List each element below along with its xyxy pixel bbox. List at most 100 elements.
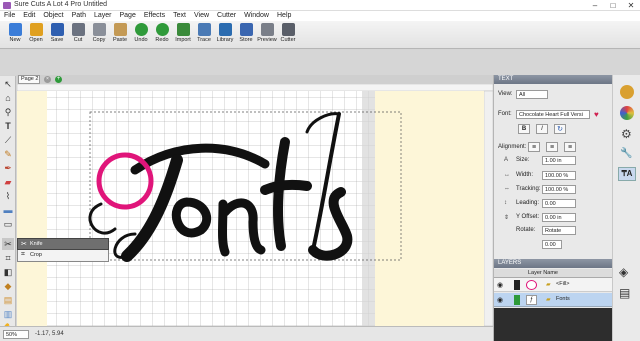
refresh-icon[interactable]: ↻: [554, 124, 566, 134]
settings-wrench-icon[interactable]: ⚙: [621, 127, 632, 141]
zoom-select[interactable]: 50%: [3, 330, 29, 339]
size-field[interactable]: 1.00 in: [542, 156, 576, 165]
visibility-eye-icon[interactable]: ◉: [497, 296, 503, 304]
preview-button[interactable]: Preview: [256, 23, 278, 48]
node-edit-icon[interactable]: ⌂: [2, 92, 14, 104]
leading-field[interactable]: 0.00: [542, 199, 576, 208]
eyedropper-icon[interactable]: ⌇: [2, 190, 14, 202]
tracking-field[interactable]: 100.00 %: [542, 185, 576, 194]
text-tool-icon[interactable]: T: [2, 120, 14, 132]
maximize-button[interactable]: □: [604, 0, 622, 11]
redo-button[interactable]: Redo: [151, 23, 173, 48]
zoom-icon[interactable]: ⚲: [2, 106, 14, 118]
panel-switcher: ⚙ 🔧 ₸A ◈ ▤: [612, 75, 640, 341]
copy-button[interactable]: Copy: [88, 23, 110, 48]
open-button[interactable]: Open: [25, 23, 47, 48]
text-panel-header: TEXT: [494, 75, 613, 84]
trace-button[interactable]: Trace: [193, 23, 215, 48]
stack-icon[interactable]: ▤: [619, 286, 630, 300]
align-panel-icon[interactable]: [620, 85, 634, 99]
cut-button[interactable]: Cut: [67, 23, 89, 48]
menu-path[interactable]: Path: [68, 11, 90, 21]
menu-text[interactable]: Text: [169, 11, 190, 21]
save-button[interactable]: Save: [46, 23, 68, 48]
canvas-area[interactable]: [17, 84, 493, 326]
line-tool-icon[interactable]: ⟋: [2, 134, 14, 146]
color-panel-icon[interactable]: [620, 106, 634, 120]
align-right-icon[interactable]: ≡: [564, 142, 576, 152]
menu-edit[interactable]: Edit: [19, 11, 39, 21]
tool-flyout-menu: ✂ Knife ⌗ Crop: [17, 238, 109, 262]
eraser-icon[interactable]: ▰: [2, 176, 14, 188]
alignment-label: Alignment:: [498, 144, 527, 150]
undo-button[interactable]: Undo: [130, 23, 152, 48]
menu-file[interactable]: File: [0, 11, 19, 21]
import-icon: [176, 23, 190, 36]
width-icon: ↔: [504, 172, 510, 178]
cutter-button[interactable]: Cutter: [277, 23, 299, 48]
window-title: Sure Cuts A Lot 4 Pro Untitled: [14, 1, 107, 8]
menu-item-crop[interactable]: ⌗ Crop: [17, 250, 109, 262]
close-tab-icon[interactable]: ×: [44, 76, 51, 83]
menu-page[interactable]: Page: [116, 11, 140, 21]
font-select[interactable]: Chocolate Heart Full Versi: [516, 110, 590, 119]
tab-page-2[interactable]: Page 2: [18, 75, 40, 84]
menu-window[interactable]: Window: [240, 11, 273, 21]
close-button[interactable]: ✕: [622, 0, 640, 11]
visibility-eye-icon[interactable]: ◉: [497, 281, 503, 289]
menu-object[interactable]: Object: [39, 11, 67, 21]
size-label: Size:: [516, 157, 530, 163]
menu-layer[interactable]: Layer: [90, 11, 116, 21]
library-button[interactable]: Library: [214, 23, 236, 48]
layers-panel-icon[interactable]: ◈: [619, 265, 628, 279]
menu-item-knife[interactable]: ✂ Knife: [17, 238, 109, 250]
pen-icon[interactable]: ✒: [2, 162, 14, 174]
width-field[interactable]: 100.00 %: [542, 171, 576, 180]
import-button[interactable]: Import: [172, 23, 194, 48]
fill-icon[interactable]: ◆: [2, 280, 14, 292]
rectangle-icon[interactable]: ▭: [2, 218, 14, 230]
leading-icon: ↕: [504, 200, 507, 206]
y-offset-label: Y Offset:: [516, 214, 540, 220]
layer-thumbnail: [526, 280, 537, 290]
new-icon: [8, 23, 22, 36]
pencil-icon[interactable]: ✎: [2, 148, 14, 160]
store-button[interactable]: Store: [235, 23, 257, 48]
rotate-angle-field[interactable]: 0.00: [542, 240, 562, 249]
select-arrow-icon[interactable]: ↖: [2, 78, 14, 90]
paste-button[interactable]: Paste: [109, 23, 131, 48]
knife-icon[interactable]: ✂: [2, 238, 14, 250]
page-margin-left: [17, 91, 47, 326]
y-offset-field[interactable]: 0.00 in: [542, 213, 576, 222]
shadow-icon[interactable]: ▥: [2, 308, 14, 320]
menu-cutter[interactable]: Cutter: [213, 11, 240, 21]
size-icon: A: [504, 157, 509, 163]
menu-effects[interactable]: Effects: [140, 11, 169, 21]
redo-icon: [155, 23, 169, 36]
layer-row-fill[interactable]: ◉ ▰ <Fill>: [494, 278, 613, 292]
minimize-button[interactable]: –: [586, 0, 604, 11]
view-select[interactable]: All: [516, 90, 548, 99]
wrench-icon[interactable]: 🔧: [620, 147, 632, 161]
new-button[interactable]: New: [4, 23, 26, 48]
menu-view[interactable]: View: [190, 11, 213, 21]
add-page-icon[interactable]: +: [55, 76, 62, 83]
crop-icon[interactable]: ⌗: [2, 252, 14, 264]
rotate-select[interactable]: Rotate: [542, 226, 576, 235]
layer-color-swatch[interactable]: [514, 295, 520, 305]
align-center-icon[interactable]: ≡: [546, 142, 558, 152]
text-panel-icon[interactable]: ₸A: [618, 167, 636, 181]
brush-icon[interactable]: ▤: [2, 294, 14, 306]
align-left-icon[interactable]: ≡: [528, 142, 540, 152]
favorite-heart-icon[interactable]: ♥: [594, 110, 604, 119]
bold-button[interactable]: B: [518, 124, 530, 134]
leading-label: Leading:: [516, 200, 540, 206]
vertical-scrollbar[interactable]: [483, 90, 493, 326]
menu-help[interactable]: Help: [273, 11, 295, 21]
layer-color-swatch[interactable]: [514, 280, 520, 290]
shape-tool-icon[interactable]: ▬: [2, 204, 14, 216]
paste-icon: [113, 23, 127, 36]
weld-icon[interactable]: ◧: [2, 266, 14, 278]
italic-button[interactable]: I: [536, 124, 548, 134]
layer-row-fonts[interactable]: ◉ ƒ ▰ Fonts: [494, 293, 613, 307]
